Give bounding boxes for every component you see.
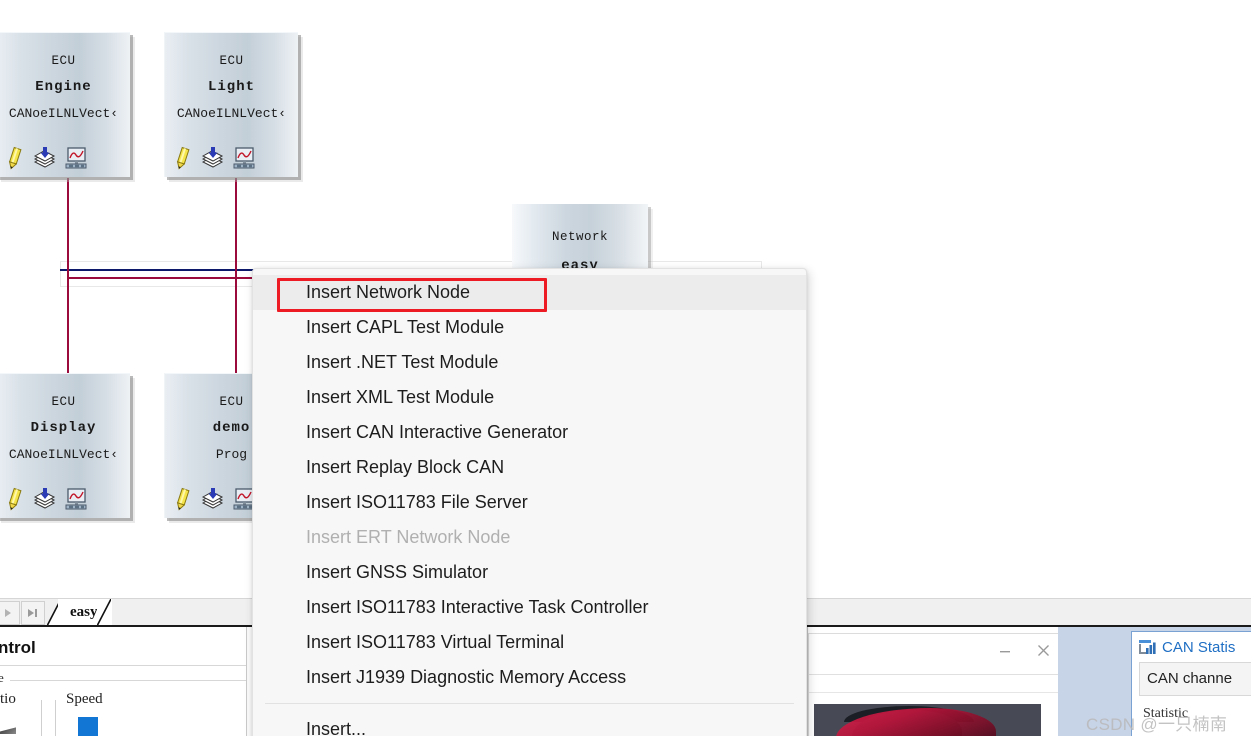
edit-pencil-icon[interactable]	[4, 146, 24, 170]
edit-pencil-icon[interactable]	[4, 487, 24, 511]
bus-drop-demo	[235, 277, 237, 375]
menu-item-label: Insert .NET Test Module	[306, 352, 499, 372]
menu-item-insert-can-interactive-generator[interactable]: Insert CAN Interactive Generator	[253, 415, 806, 450]
menu-item-insert-replay-block-can[interactable]: Insert Replay Block CAN	[253, 450, 806, 485]
can-statistics-icon	[1139, 640, 1157, 661]
menu-item-insert-more[interactable]: Insert...	[253, 712, 806, 736]
insert-context-menu[interactable]: Insert Network Node Insert CAPL Test Mod…	[252, 268, 807, 736]
speed-group-label: Speed	[62, 691, 107, 708]
ecu-type-label: ECU	[51, 395, 76, 409]
bus-drop-display	[67, 277, 69, 375]
ratio-group-label: tio	[0, 691, 20, 708]
bus-drop-light	[235, 178, 237, 278]
window-toolbar-divider	[809, 674, 1058, 675]
ecu-dll-label: CANoeILNLVect‹	[8, 447, 119, 462]
can-channel-value: CAN channe	[1147, 670, 1233, 687]
edit-pencil-icon[interactable]	[172, 487, 192, 511]
menu-item-label: Insert Replay Block CAN	[306, 457, 505, 477]
ecu-icon-row	[172, 146, 256, 170]
database-download-icon[interactable]	[200, 146, 224, 170]
last-tab-button[interactable]	[21, 601, 45, 625]
menu-item-insert-xml-test-module[interactable]: Insert XML Test Module	[253, 380, 806, 415]
ecu-dll-label: CANoeILNLVect‹	[8, 106, 119, 121]
menu-item-insert-gnss-simulator[interactable]: Insert GNSS Simulator	[253, 555, 806, 590]
menu-item-label: Insert GNSS Simulator	[306, 562, 489, 582]
menu-item-insert-iso11783-virtual-terminal[interactable]: Insert ISO11783 Virtual Terminal	[253, 625, 806, 660]
control-panel-rule-1	[0, 665, 246, 666]
menu-item-label: Insert ISO11783 Virtual Terminal	[306, 632, 565, 652]
menu-item-insert-iso11783-file-server[interactable]: Insert ISO11783 File Server	[253, 485, 806, 520]
vehicle-view-window[interactable]	[808, 633, 1059, 736]
speed-indicator	[78, 717, 98, 736]
bus-drop-engine	[67, 178, 69, 278]
menu-item-label: Insert XML Test Module	[306, 387, 495, 407]
menu-item-insert-capl-test-module[interactable]: Insert CAPL Test Module	[253, 310, 806, 345]
tab-right-slant	[96, 598, 112, 627]
ecu-icon-row	[172, 487, 256, 511]
control-panel-subtitle: e	[0, 670, 4, 685]
watermark: CSDN @一只楠南	[1086, 715, 1228, 734]
ecu-type-label: ECU	[51, 54, 76, 68]
minimize-button[interactable]	[999, 645, 1011, 657]
network-type-label: Network	[551, 230, 608, 244]
ecu-name-label: Light	[207, 79, 255, 95]
chevron-right-icon	[5, 609, 11, 617]
ecu-icon-row	[4, 146, 88, 170]
ecu-node-display[interactable]: ECU Display CANoeILNLVect‹	[0, 373, 130, 518]
menu-item-insert-j1939-diagnostic-memory-access[interactable]: Insert J1939 Diagnostic Memory Access	[253, 660, 806, 695]
close-button[interactable]	[1037, 644, 1050, 657]
skip-to-end-icon	[28, 609, 37, 617]
vehicle-image	[814, 704, 1041, 736]
menu-item-label: Insert J1939 Diagnostic Memory Access	[306, 667, 627, 687]
menu-item-insert-network-node[interactable]: Insert Network Node	[253, 275, 806, 312]
menu-separator	[265, 703, 794, 704]
network-node-easy[interactable]: Network easy	[512, 204, 648, 268]
menu-item-insert-net-test-module[interactable]: Insert .NET Test Module	[253, 345, 806, 380]
screenshot-root: ECU Engine CANoeILNLVect‹ ECU Light CANo…	[0, 0, 1251, 736]
edit-pencil-icon[interactable]	[172, 146, 192, 170]
ecu-name-label: Engine	[35, 79, 92, 95]
database-download-icon[interactable]	[200, 487, 224, 511]
menu-item-label: Insert...	[306, 719, 367, 736]
control-panel-rule-2	[10, 680, 246, 681]
ecu-type-label: ECU	[219, 54, 244, 68]
menu-item-insert-ert-network-node: Insert ERT Network Node	[253, 520, 806, 555]
next-tab-button[interactable]	[0, 601, 20, 625]
ecu-icon-row	[4, 487, 88, 511]
database-download-icon[interactable]	[32, 146, 56, 170]
menu-item-label: Insert ISO11783 Interactive Task Control…	[306, 597, 649, 617]
can-statistics-title: CAN Statis	[1162, 639, 1236, 656]
window-content-divider	[809, 692, 1058, 693]
window-caption-buttons	[999, 644, 1050, 657]
control-panel[interactable]: ntrol e tio Speed	[0, 627, 248, 736]
ecu-dll-label: CANoeILNLVect‹	[176, 106, 287, 121]
measurement-monitor-icon[interactable]	[64, 146, 88, 170]
measurement-monitor-icon[interactable]	[64, 487, 88, 511]
menu-item-label: Insert ERT Network Node	[306, 527, 511, 547]
tab-easy-label: easy	[70, 604, 98, 620]
control-panel-title: ntrol	[0, 638, 36, 657]
menu-item-label: Insert CAPL Test Module	[306, 317, 505, 337]
menu-item-label: Insert ISO11783 File Server	[306, 492, 528, 512]
menu-item-label: Insert CAN Interactive Generator	[306, 422, 569, 442]
network-name-label: easy	[561, 258, 599, 268]
ecu-name-label: Display	[30, 420, 97, 436]
menu-item-insert-iso11783-interactive-task-controller[interactable]: Insert ISO11783 Interactive Task Control…	[253, 590, 806, 625]
database-download-icon[interactable]	[32, 487, 56, 511]
measurement-monitor-icon[interactable]	[232, 146, 256, 170]
menu-item-label: Insert Network Node	[306, 282, 471, 302]
ecu-node-engine[interactable]: ECU Engine CANoeILNLVect‹	[0, 32, 130, 177]
ecu-node-light[interactable]: ECU Light CANoeILNLVect‹	[164, 32, 298, 177]
